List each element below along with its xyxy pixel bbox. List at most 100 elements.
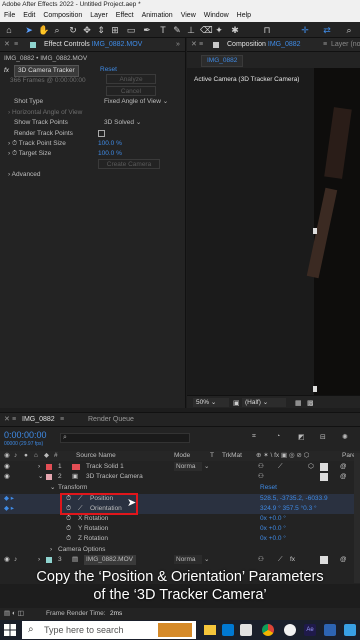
layer-mode-dropdown[interactable]: Norma	[174, 555, 202, 564]
layer-name[interactable]: 3D Tracker Camera	[86, 472, 143, 482]
brush-icon[interactable]: ✎	[172, 25, 182, 35]
panel-menu-icon[interactable]: ≡	[14, 38, 18, 52]
column-t[interactable]: T	[210, 451, 214, 461]
x-rotation-value[interactable]: 0x +0.0 °	[260, 514, 286, 524]
visibility-eye-icon[interactable]: ◉	[4, 472, 10, 482]
stopwatch-icon[interactable]: ⏱	[66, 514, 71, 524]
column-source-name[interactable]: Source Name	[76, 451, 116, 461]
file-explorer-icon[interactable]	[204, 625, 216, 635]
graph-editor-icon[interactable]: ◩	[298, 433, 305, 441]
layer-row[interactable]: ◉ ⌄ 2 ▣ 3D Tracker Camera ⚇ @	[0, 472, 360, 482]
type-icon[interactable]: T	[158, 25, 168, 35]
expand-arrow-icon[interactable]: ›	[8, 150, 10, 157]
current-time[interactable]: 0:00:00:00	[4, 430, 47, 440]
pickwhip-icon[interactable]: @	[340, 462, 347, 472]
close-tab-icon[interactable]: ✕	[4, 413, 10, 427]
show-track-points-dropdown[interactable]: 3D Solved ⌄	[104, 118, 141, 128]
transform-group-row[interactable]: ⌄ Transform Reset	[0, 483, 360, 493]
after-effects-icon[interactable]: Ae	[304, 624, 316, 636]
taskbar-search-box[interactable]: ⌕ Type here to search	[22, 621, 196, 639]
mail-icon[interactable]	[240, 624, 252, 636]
parent-pickwhip-icon[interactable]	[320, 463, 328, 471]
pickwhip-icon[interactable]: @	[340, 472, 347, 482]
close-tab-icon[interactable]: ✕	[4, 38, 10, 52]
rectangle-icon[interactable]: ▭	[126, 25, 136, 35]
collapse-arrow-icon[interactable]: ⌄	[50, 483, 55, 493]
windows-start-icon[interactable]	[4, 624, 16, 636]
snapping-icon[interactable]: ⊓	[262, 25, 272, 35]
zoom-dropdown[interactable]: 50% ⌄	[193, 398, 229, 407]
search-help-icon[interactable]: ⌕	[344, 25, 354, 35]
composition-viewer[interactable]: Active Camera (3D Tracker Camera)	[187, 68, 360, 395]
position-value[interactable]: 528.5, -3735.2, -6033.9	[260, 494, 328, 504]
roto-brush-icon[interactable]: ✦	[214, 25, 224, 35]
menu-composition[interactable]: Composition	[39, 10, 86, 22]
y-rotation-value[interactable]: 0x +0.0 °	[260, 524, 286, 534]
target-size-value[interactable]: 100.0 %	[98, 149, 122, 159]
camera-orbit-icon[interactable]: ↻	[68, 25, 78, 35]
advanced-row[interactable]: › Advanced	[8, 170, 41, 180]
pan-behind-icon[interactable]: ⊞	[110, 25, 120, 35]
panel-menu-icon[interactable]: ≡	[199, 38, 203, 52]
menu-layer[interactable]: Layer	[86, 10, 112, 22]
stopwatch-icon[interactable]: ⏱	[66, 534, 71, 544]
comp-flowchart-icon[interactable]: ⌗	[252, 433, 256, 441]
audio-icon[interactable]: ♪	[14, 555, 17, 565]
home-icon[interactable]: ⌂	[4, 25, 14, 35]
label-color-swatch[interactable]	[46, 557, 52, 563]
selection-arrow-icon[interactable]: ➤	[24, 25, 34, 35]
parent-pickwhip-icon[interactable]	[320, 473, 328, 481]
shy-icon[interactable]: ⚇	[258, 472, 264, 482]
hand-icon[interactable]: ✋	[38, 25, 49, 35]
transparency-grid-icon[interactable]: ▩	[307, 399, 314, 407]
clone-stamp-icon[interactable]: ⊥	[186, 25, 196, 35]
render-track-points-checkbox[interactable]	[98, 130, 105, 137]
keyframe-navigator-icon[interactable]: ◆ ▸	[4, 494, 14, 504]
fx-icon[interactable]: fx	[4, 66, 14, 76]
create-camera-button[interactable]: Create Camera	[98, 159, 160, 169]
analyze-button[interactable]: Analyze	[106, 74, 156, 84]
3d-layer-icon[interactable]: ⬡	[308, 462, 314, 472]
stopwatch-icon[interactable]: ⏱	[12, 140, 17, 147]
orientation-value[interactable]: 324.9 ° 357.5 °0.3 °	[260, 504, 317, 514]
layer-panel-tab[interactable]: Layer (no	[331, 38, 360, 52]
region-icon[interactable]: ▦	[295, 399, 302, 407]
panel-overflow-icon[interactable]: »	[176, 38, 180, 52]
app-icon[interactable]	[344, 624, 356, 636]
effect-header[interactable]: fx 3D Camera Tracker	[4, 65, 79, 77]
chrome-icon[interactable]	[262, 624, 274, 636]
label-color-swatch[interactable]	[46, 464, 52, 470]
label-color-swatch[interactable]	[46, 474, 52, 480]
collapse-arrow-icon[interactable]: ⌄	[38, 472, 43, 482]
property-row-position[interactable]: ◆ ▸ ⏱ ⟋ Position 528.5, -3735.2, -6033.9	[0, 494, 360, 504]
resolution-dropdown[interactable]: (Half) ⌄	[242, 398, 286, 407]
eraser-icon[interactable]: ⌫	[200, 25, 213, 35]
timeline-search-input[interactable]: ⌕	[60, 433, 190, 443]
quality-icon[interactable]: ⟋	[278, 555, 283, 565]
close-tab-icon[interactable]: ✕	[191, 38, 197, 52]
app-icon[interactable]	[324, 624, 336, 636]
workspace-icon[interactable]: ✛	[300, 25, 310, 35]
shy-icon[interactable]: ⚇	[258, 462, 264, 472]
transform-reset-link[interactable]: Reset	[260, 483, 277, 493]
timeline-scrollbar[interactable]	[354, 453, 360, 583]
pen-icon[interactable]: ✒	[142, 25, 152, 35]
frame-blending-icon[interactable]: ⊟	[320, 433, 326, 441]
menu-animation[interactable]: Animation	[138, 10, 177, 22]
layer-name[interactable]: IMG_0882.MOV	[84, 555, 136, 565]
keyframe-navigator-icon[interactable]: ◆ ▸	[4, 504, 14, 514]
property-row-x-rotation[interactable]: ⏱ X Rotation 0x +0.0 °	[0, 514, 360, 524]
zoom-icon[interactable]: ⌕	[52, 25, 62, 35]
expand-arrow-icon[interactable]: ›	[38, 555, 40, 565]
share-icon[interactable]: ⇄	[322, 25, 332, 35]
track-point-size-value[interactable]: 100.0 %	[98, 139, 122, 149]
menu-help[interactable]: Help	[233, 10, 255, 22]
panel-menu-icon[interactable]: ≡	[12, 413, 16, 427]
menu-file[interactable]: File	[0, 10, 19, 22]
shy-icon[interactable]: ⚇	[258, 555, 264, 565]
resize-handle[interactable]	[313, 228, 317, 234]
property-row-z-rotation[interactable]: ⏱ Z Rotation 0x +0.0 °	[0, 534, 360, 544]
store-icon[interactable]	[222, 624, 234, 636]
unreal-icon[interactable]	[284, 624, 296, 636]
menu-effect[interactable]: Effect	[112, 10, 138, 22]
